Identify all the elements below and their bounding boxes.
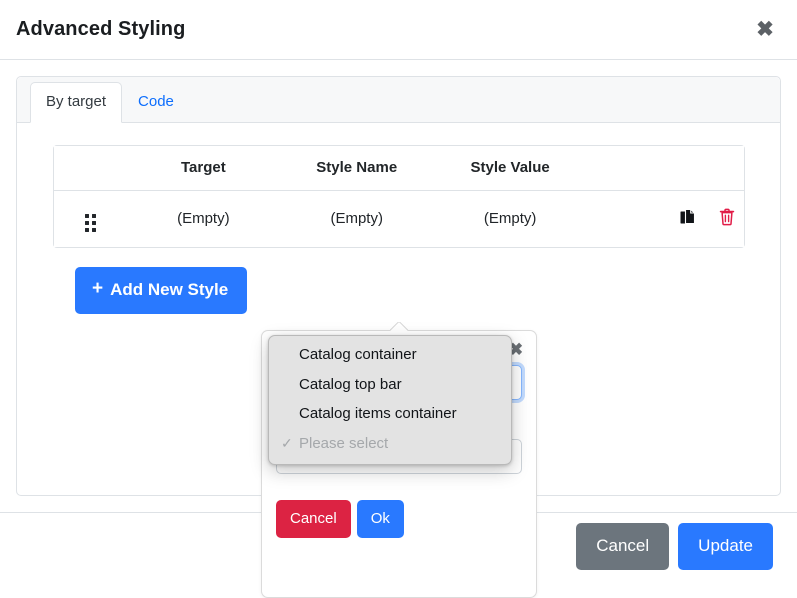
styles-table-head: Target Style Name Style Value <box>54 146 744 191</box>
table-header-row: Target Style Name Style Value <box>54 146 744 191</box>
select-option-label: Catalog items container <box>299 405 457 422</box>
col-header-actions <box>672 146 743 191</box>
row-style-name: (Empty) <box>280 191 433 247</box>
col-header-target: Target <box>127 146 280 191</box>
col-header-handle <box>54 146 127 191</box>
select-option-label: Catalog container <box>299 346 417 363</box>
close-icon[interactable]: ✖ <box>751 16 779 44</box>
styles-table: Target Style Name Style Value <box>53 145 745 248</box>
styles-table-body: (Empty) (Empty) (Empty) <box>54 191 744 247</box>
select-option-label: Please select <box>299 435 388 452</box>
tab-by-target[interactable]: By target <box>30 82 122 123</box>
col-header-style-value: Style Value <box>433 146 586 191</box>
row-actions <box>672 191 743 247</box>
trash-icon[interactable] <box>719 208 735 226</box>
row-spacer <box>587 191 673 247</box>
check-icon: ✓ <box>281 433 293 454</box>
add-new-style-label: Add New Style <box>110 278 228 302</box>
select-option-catalog-top-bar[interactable]: Catalog top bar <box>269 371 511 401</box>
target-select-popup[interactable]: Catalog container Catalog top bar Catalo… <box>268 335 512 465</box>
tab-strip: By target Code <box>17 77 780 123</box>
row-style-value: (Empty) <box>433 191 586 247</box>
select-option-please-select[interactable]: ✓ Please select <box>269 430 511 460</box>
popover-arrow <box>390 322 408 331</box>
modal-body: By target Code Target Style Name Style V… <box>0 60 797 512</box>
modal-header: Advanced Styling ✖ <box>0 0 797 60</box>
popover-cancel-button[interactable]: Cancel <box>276 500 351 538</box>
drag-handle-icon[interactable] <box>85 214 96 232</box>
add-style-row: + Add New Style <box>75 267 758 314</box>
col-header-style-name: Style Name <box>280 146 433 191</box>
row-target: (Empty) <box>127 191 280 247</box>
select-option-catalog-container[interactable]: Catalog container <box>269 341 511 371</box>
popover-actions: Cancel Ok <box>276 500 522 538</box>
table-row: (Empty) (Empty) (Empty) <box>54 191 744 247</box>
select-option-catalog-items-container[interactable]: Catalog items container <box>269 400 511 430</box>
col-header-spacer <box>587 146 673 191</box>
advanced-styling-modal: Advanced Styling ✖ By target Code Target… <box>0 0 797 580</box>
cancel-button[interactable]: Cancel <box>576 523 669 570</box>
add-new-style-button[interactable]: + Add New Style <box>75 267 247 314</box>
copy-icon[interactable] <box>680 208 697 226</box>
row-handle-cell <box>54 191 127 247</box>
select-option-label: Catalog top bar <box>299 376 402 393</box>
update-button[interactable]: Update <box>678 523 773 570</box>
popover-ok-button[interactable]: Ok <box>357 500 404 538</box>
tab-code[interactable]: Code <box>122 82 190 123</box>
page-title: Advanced Styling <box>16 18 185 41</box>
plus-icon: + <box>92 279 103 298</box>
